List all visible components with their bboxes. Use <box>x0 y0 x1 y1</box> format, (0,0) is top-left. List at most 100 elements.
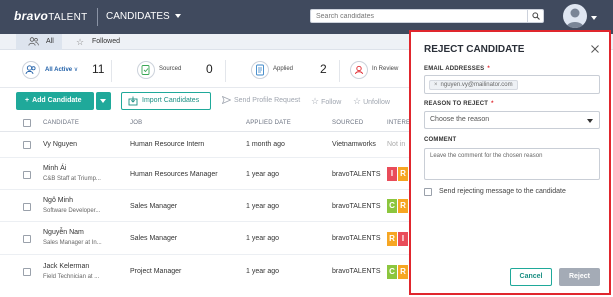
search-button[interactable] <box>527 10 543 22</box>
candidate-source: bravoTALENTS <box>332 203 381 210</box>
search-input[interactable] <box>311 10 521 22</box>
candidate-name[interactable]: Vy Nguyen <box>43 141 77 148</box>
interest-tag: R <box>398 199 408 213</box>
interest-tag: C <box>387 199 397 213</box>
search-box <box>310 9 544 23</box>
candidate-name[interactable]: Jack Kelerman <box>43 263 89 270</box>
applied-stat-icon[interactable] <box>251 61 269 79</box>
stat-applied-label: Applied <box>273 66 294 72</box>
candidate-name[interactable]: Ngô Minh <box>43 197 73 204</box>
send-message-label[interactable]: Send rejecting message to the candidate <box>439 188 566 195</box>
module-switcher[interactable]: CANDIDATES <box>106 11 181 22</box>
sourced-stat-icon[interactable] <box>137 61 155 79</box>
email-addresses-field[interactable]: × nguyen.vy@mailinator.com <box>424 75 600 94</box>
candidate-name[interactable]: Minh Ái <box>43 165 66 172</box>
reject-candidate-dialog: REJECT CANDIDATE EMAIL ADDRESSES * × nguye… <box>409 30 611 295</box>
plus-icon: + <box>25 97 30 104</box>
table-row[interactable]: Minh Ái C&B Staff at Triump... Human Res… <box>0 159 410 190</box>
candidate-subtitle: C&B Staff at Triump... <box>43 176 101 182</box>
row-checkbox[interactable] <box>23 171 31 179</box>
candidate-interest: Not in <box>387 141 406 148</box>
reason-to-reject-label: REASON TO REJECT * <box>424 101 494 107</box>
sourced-icon <box>141 65 150 75</box>
stat-separator <box>111 60 112 82</box>
send-profile-request-button[interactable]: Send Profile Request <box>221 92 301 110</box>
module-name: CANDIDATES <box>106 11 170 22</box>
all-active-stat-icon[interactable] <box>22 61 40 79</box>
reason-select[interactable]: Choose the reason <box>424 111 600 129</box>
add-candidate-button[interactable]: + Add Candidate <box>16 92 94 110</box>
row-checkbox[interactable] <box>23 141 31 149</box>
table-row[interactable]: Nguyễn Nam Sales Manager at In... Sales … <box>0 223 410 255</box>
logo-text-bravo: bravo <box>14 9 49 23</box>
star-icon: ☆ <box>76 37 85 47</box>
user-menu-chevron-icon[interactable] <box>591 16 597 20</box>
stat-all-active-value: 11 <box>92 62 105 76</box>
column-header-applied-date[interactable]: APPLIED DATE <box>246 120 291 126</box>
candidate-subtitle: Field Technician at ... <box>43 274 100 280</box>
email-addresses-label-text: EMAIL ADDRESSES <box>424 66 485 72</box>
candidate-subtitle: Sales Manager at In... <box>43 240 102 246</box>
candidate-applied-date: 1 month ago <box>246 141 285 148</box>
top-navigation-bar: bravoTALENT CANDIDATES <box>0 0 613 34</box>
required-mark: * <box>491 101 494 107</box>
table-row[interactable]: Jack Kelerman Field Technician at ... Pr… <box>0 256 410 290</box>
send-profile-request-label: Send Profile Request <box>234 97 301 104</box>
tab-followed[interactable]: ☆ Followed <box>76 34 120 50</box>
import-icon <box>128 96 138 106</box>
column-header-interest[interactable]: INTERE <box>387 120 410 126</box>
email-addresses-label: EMAIL ADDRESSES * <box>424 66 490 72</box>
follow-button[interactable]: ☆ Follow <box>311 92 341 110</box>
stat-applied-value: 2 <box>320 62 327 76</box>
select-all-checkbox[interactable] <box>23 119 31 127</box>
import-candidates-label: Import Candidates <box>142 97 200 104</box>
user-avatar[interactable] <box>563 4 587 28</box>
comment-label: COMMENT <box>424 137 457 143</box>
comment-textarea[interactable] <box>424 148 600 180</box>
pipeline-stats: All Active ∨ 11 Sourced 0 Applied 2 In R… <box>0 52 410 88</box>
candidate-job: Sales Manager <box>130 203 178 210</box>
interest-tag: C <box>387 265 397 279</box>
candidate-applied-date: 1 year ago <box>246 268 280 275</box>
tab-all-label: All <box>46 38 54 45</box>
table-row[interactable]: Vy Nguyen Human Resource Intern 1 month … <box>0 133 410 158</box>
reject-button[interactable]: Reject <box>559 268 600 286</box>
in-review-stat-icon[interactable] <box>350 61 368 79</box>
email-chip: × nguyen.vy@mailinator.com <box>429 80 518 90</box>
row-checkbox[interactable] <box>23 235 31 243</box>
column-header-candidate[interactable]: CANDIDATE <box>43 120 79 126</box>
close-button[interactable] <box>589 43 601 55</box>
review-icon <box>355 65 363 75</box>
add-candidate-label: Add Candidate <box>32 97 82 104</box>
remove-chip-icon[interactable]: × <box>434 82 438 88</box>
send-icon <box>221 95 232 105</box>
row-checkbox[interactable] <box>23 268 31 276</box>
cancel-button[interactable]: Cancel <box>510 268 552 286</box>
interest-tag: R <box>398 167 408 181</box>
chevron-down-icon: ∨ <box>73 67 79 73</box>
follow-label: Follow <box>321 99 342 106</box>
add-candidate-dropdown-button[interactable] <box>96 92 111 110</box>
table-row[interactable]: Ngô Minh Software Developer... Sales Man… <box>0 191 410 222</box>
candidate-job: Sales Manager <box>130 235 178 242</box>
candidate-name[interactable]: Nguyễn Nam <box>43 229 84 236</box>
star-icon: ☆ <box>311 96 320 106</box>
applied-document-icon <box>256 64 264 76</box>
people-icon <box>25 65 36 75</box>
column-header-sourced[interactable]: SOURCED <box>332 120 363 126</box>
column-header-job[interactable]: JOB <box>130 120 142 126</box>
unfollow-label: Unfollow <box>363 99 390 106</box>
row-checkbox[interactable] <box>23 203 31 211</box>
tab-all[interactable]: All <box>16 34 62 50</box>
dialog-title: REJECT CANDIDATE <box>424 44 525 55</box>
search-icon <box>532 12 540 20</box>
candidate-source: Vietnamworks <box>332 141 376 148</box>
unfollow-button[interactable]: ☆ Unfollow <box>353 92 390 110</box>
interest-tag: I <box>387 167 397 181</box>
stat-all-active[interactable]: All Active ∨ <box>45 66 78 73</box>
header-divider <box>97 8 98 26</box>
import-candidates-button[interactable]: Import Candidates <box>121 92 211 110</box>
send-message-checkbox[interactable] <box>424 188 432 196</box>
bravotalent-logo[interactable]: bravoTALENT <box>14 9 88 23</box>
candidate-toolbar: + Add Candidate Import Candidates Send Pr… <box>0 92 410 112</box>
